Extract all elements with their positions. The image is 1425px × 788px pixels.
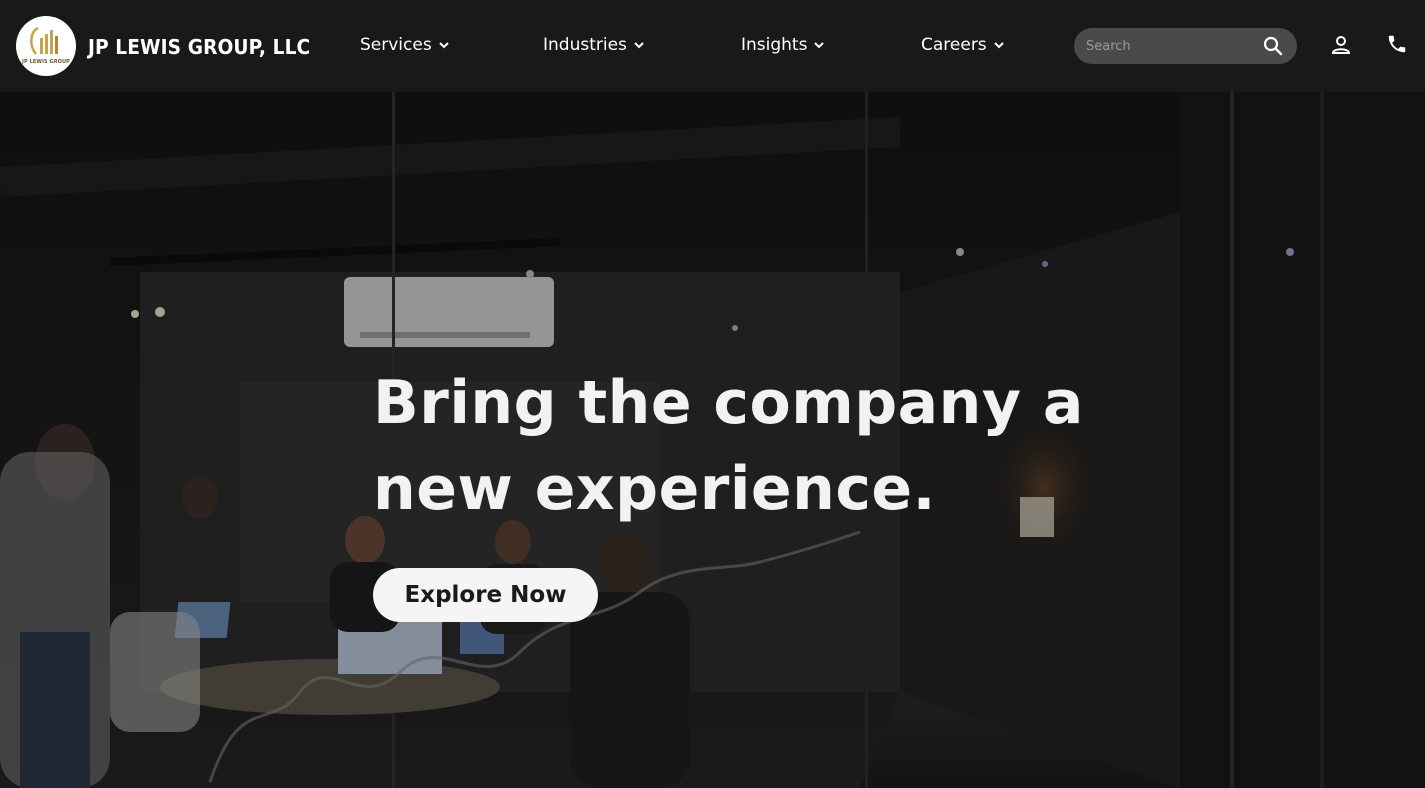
logo-caption: JP LEWIS GROUP (22, 59, 70, 65)
nav-label: Careers (921, 35, 987, 55)
hero-section: Bring the company a new experience. Expl… (0, 92, 1425, 788)
search-icon[interactable] (1263, 36, 1283, 56)
nav-label: Insights (741, 35, 808, 55)
chevron-down-icon (814, 42, 825, 49)
user-icon[interactable] (1330, 34, 1352, 56)
hero-title-line-1: Bring the company a (373, 368, 1084, 438)
nav-label: Services (360, 35, 432, 55)
chevron-down-icon (993, 42, 1004, 49)
brand-name[interactable]: JP LEWIS GROUP, LLC (88, 35, 310, 59)
logo[interactable]: JP LEWIS GROUP (16, 16, 76, 76)
hero-title: Bring the company a new experience. (373, 360, 1093, 532)
explore-now-button[interactable]: Explore Now (373, 568, 598, 622)
phone-icon[interactable] (1386, 33, 1408, 55)
nav-insights[interactable]: Insights (741, 35, 825, 55)
nav-services[interactable]: Services (360, 35, 450, 55)
nav-careers[interactable]: Careers (921, 35, 1005, 55)
nav-industries[interactable]: Industries (543, 35, 645, 55)
hero-title-line-2: new experience. (373, 454, 936, 524)
chevron-down-icon (438, 42, 449, 49)
logo-mark-icon (30, 26, 58, 55)
site-header: JP LEWIS GROUP JP LEWIS GROUP, LLC Servi… (0, 0, 1425, 92)
search-input[interactable] (1086, 38, 1256, 54)
search-bar (1074, 28, 1297, 64)
chevron-down-icon (634, 42, 644, 49)
nav-label: Industries (543, 35, 627, 55)
